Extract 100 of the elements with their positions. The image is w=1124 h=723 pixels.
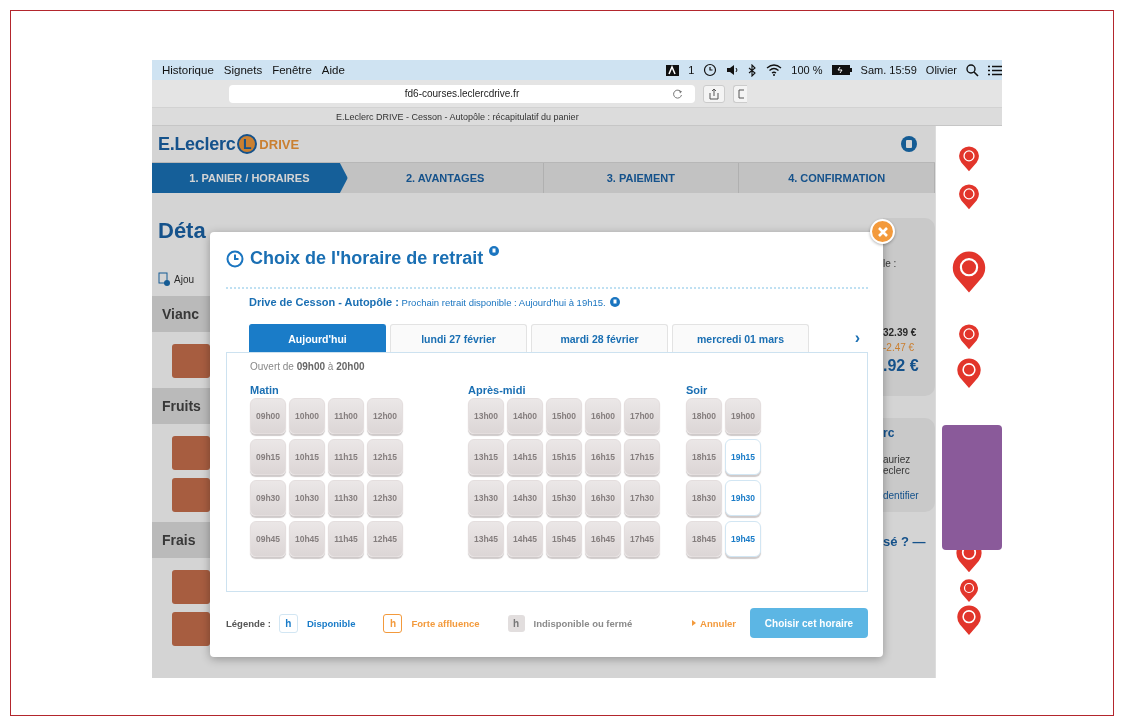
category-header[interactable]: Frais (152, 522, 210, 558)
time-slot[interactable]: 16h45 (585, 521, 621, 557)
menu-item[interactable]: Fenêtre (272, 64, 312, 76)
next-days-button[interactable]: › (846, 324, 868, 352)
clock-icon (226, 249, 244, 268)
time-slot[interactable]: 17h15 (624, 439, 660, 475)
legend-text: Indisponible ou fermé (533, 617, 633, 629)
menu-item[interactable]: Aide (321, 64, 345, 76)
time-slot[interactable]: 14h30 (507, 480, 543, 516)
menu-item[interactable]: Signets (223, 64, 263, 76)
page-heading: Déta (158, 218, 207, 245)
day-tab[interactable]: lundi 27 février (390, 324, 527, 352)
battery-percentage[interactable]: 100 % (791, 64, 823, 76)
time-slot[interactable]: 13h00 (468, 398, 504, 434)
time-slot[interactable]: 16h30 (585, 480, 621, 516)
day-tab[interactable]: mercredi 01 mars (672, 324, 809, 352)
speaker-icon[interactable] (726, 64, 740, 76)
time-slot[interactable]: 17h45 (624, 521, 660, 557)
reload-icon[interactable] (673, 88, 683, 99)
input-source[interactable]: 1 (688, 64, 695, 76)
checkout-step[interactable]: 3. PAIEMENT (543, 163, 740, 193)
time-slot[interactable]: 10h15 (289, 439, 325, 475)
battery-icon[interactable] (831, 65, 852, 75)
time-slot[interactable]: 09h30 (250, 480, 286, 516)
time-slot[interactable]: 11h15 (328, 439, 364, 475)
time-slot[interactable]: 18h45 (686, 521, 722, 557)
time-slot[interactable]: 14h00 (507, 398, 543, 434)
time-slot[interactable]: 19h00 (725, 398, 761, 434)
time-slot[interactable]: 12h15 (367, 439, 403, 475)
address-field[interactable]: fd6-courses.leclercdrive.fr (229, 84, 695, 103)
time-slot[interactable]: 19h30 (725, 480, 761, 516)
checkout-step[interactable]: 1. PANIER / HORAIRES (152, 163, 348, 193)
time-slot[interactable]: 15h30 (546, 480, 582, 516)
list-add-icon[interactable] (158, 272, 170, 286)
label-badge-icon (958, 146, 980, 173)
menu-item[interactable]: Historique (162, 64, 214, 76)
tabs-icon (737, 87, 744, 100)
label-badge-icon (958, 184, 980, 211)
day-tab[interactable]: Aujourd'hui (249, 324, 386, 352)
time-slot[interactable]: 09h15 (250, 439, 286, 475)
time-slot[interactable]: 18h30 (686, 480, 722, 516)
share-icon (709, 87, 719, 100)
category-header[interactable]: Vianc (152, 296, 210, 332)
add-link[interactable]: Ajou (174, 273, 194, 285)
time-slot[interactable]: 13h30 (468, 480, 504, 516)
time-slot[interactable]: 17h30 (624, 480, 660, 516)
site-logo[interactable]: E.Leclerc L DRIVE (158, 133, 300, 155)
list-icon[interactable] (988, 64, 1002, 76)
time-slot[interactable]: 16h15 (585, 439, 621, 475)
time-slot[interactable]: 10h00 (289, 398, 325, 434)
photo-placeholder (172, 478, 210, 512)
time-slot[interactable]: 19h45 (725, 521, 761, 557)
time-slot[interactable]: 12h45 (367, 521, 403, 557)
opening-hours: Ouvert de 09h00 à 20h00 (250, 361, 366, 372)
label-badge-icon (956, 605, 982, 637)
time-slot[interactable]: 15h15 (546, 439, 582, 475)
keyboard-icon[interactable] (666, 64, 680, 76)
photo-placeholder (172, 436, 210, 470)
time-slot[interactable]: 16h00 (585, 398, 621, 434)
bluetooth-icon[interactable] (748, 63, 758, 77)
card-note: auriez (883, 454, 912, 465)
time-slot[interactable]: 13h15 (468, 439, 504, 475)
time-slot[interactable]: 10h30 (289, 480, 325, 516)
history-icon[interactable] (703, 63, 718, 77)
wifi-icon[interactable] (766, 64, 783, 76)
time-slot[interactable]: 13h45 (468, 521, 504, 557)
time-slot[interactable]: 19h15 (725, 439, 761, 475)
time-slot[interactable]: 12h30 (367, 480, 403, 516)
legend-text: Forte affluence (411, 617, 480, 629)
time-slot[interactable]: 11h30 (328, 480, 364, 516)
time-slot[interactable]: 11h45 (328, 521, 364, 557)
time-slot[interactable]: 15h45 (546, 521, 582, 557)
help-icon[interactable] (489, 246, 500, 256)
search-icon[interactable] (966, 63, 979, 77)
help-icon[interactable] (900, 135, 918, 153)
close-icon (876, 225, 889, 238)
period-heading: Matin (250, 384, 280, 398)
time-slot[interactable]: 14h15 (507, 439, 543, 475)
time-slot[interactable]: 11h00 (328, 398, 364, 434)
page-title: E.Leclerc DRIVE - Cesson - Autopôle : récapitulatif du panier (336, 111, 579, 122)
checkout-step[interactable]: 2. AVANTAGES (347, 163, 544, 193)
time-slot[interactable]: 17h00 (624, 398, 660, 434)
login-link[interactable]: dentifier (883, 490, 931, 501)
store-info: Drive de Cesson - Autopôle : Prochain retrait disponible : Aujourd'hui à 19h15. (249, 296, 606, 308)
time-slot[interactable]: 09h00 (250, 398, 286, 434)
help-icon[interactable] (609, 297, 620, 307)
confirm-button[interactable]: Choisir cet horaire (750, 608, 868, 638)
time-slot[interactable]: 14h45 (507, 521, 543, 557)
day-tab[interactable]: mardi 28 février (531, 324, 668, 352)
time-slot[interactable]: 18h15 (686, 439, 722, 475)
time-slot[interactable]: 09h45 (250, 521, 286, 557)
menu-clock[interactable]: Sam. 15:59 (860, 64, 917, 76)
cancel-link[interactable]: Annuler (692, 617, 736, 629)
user-name[interactable]: Olivier (925, 64, 957, 76)
label-badge-icon (951, 250, 987, 294)
category-header[interactable]: Fruits (152, 388, 210, 424)
time-slot[interactable]: 10h45 (289, 521, 325, 557)
time-slot[interactable]: 15h00 (546, 398, 582, 434)
time-slot[interactable]: 18h00 (686, 398, 722, 434)
time-slot[interactable]: 12h00 (367, 398, 403, 434)
